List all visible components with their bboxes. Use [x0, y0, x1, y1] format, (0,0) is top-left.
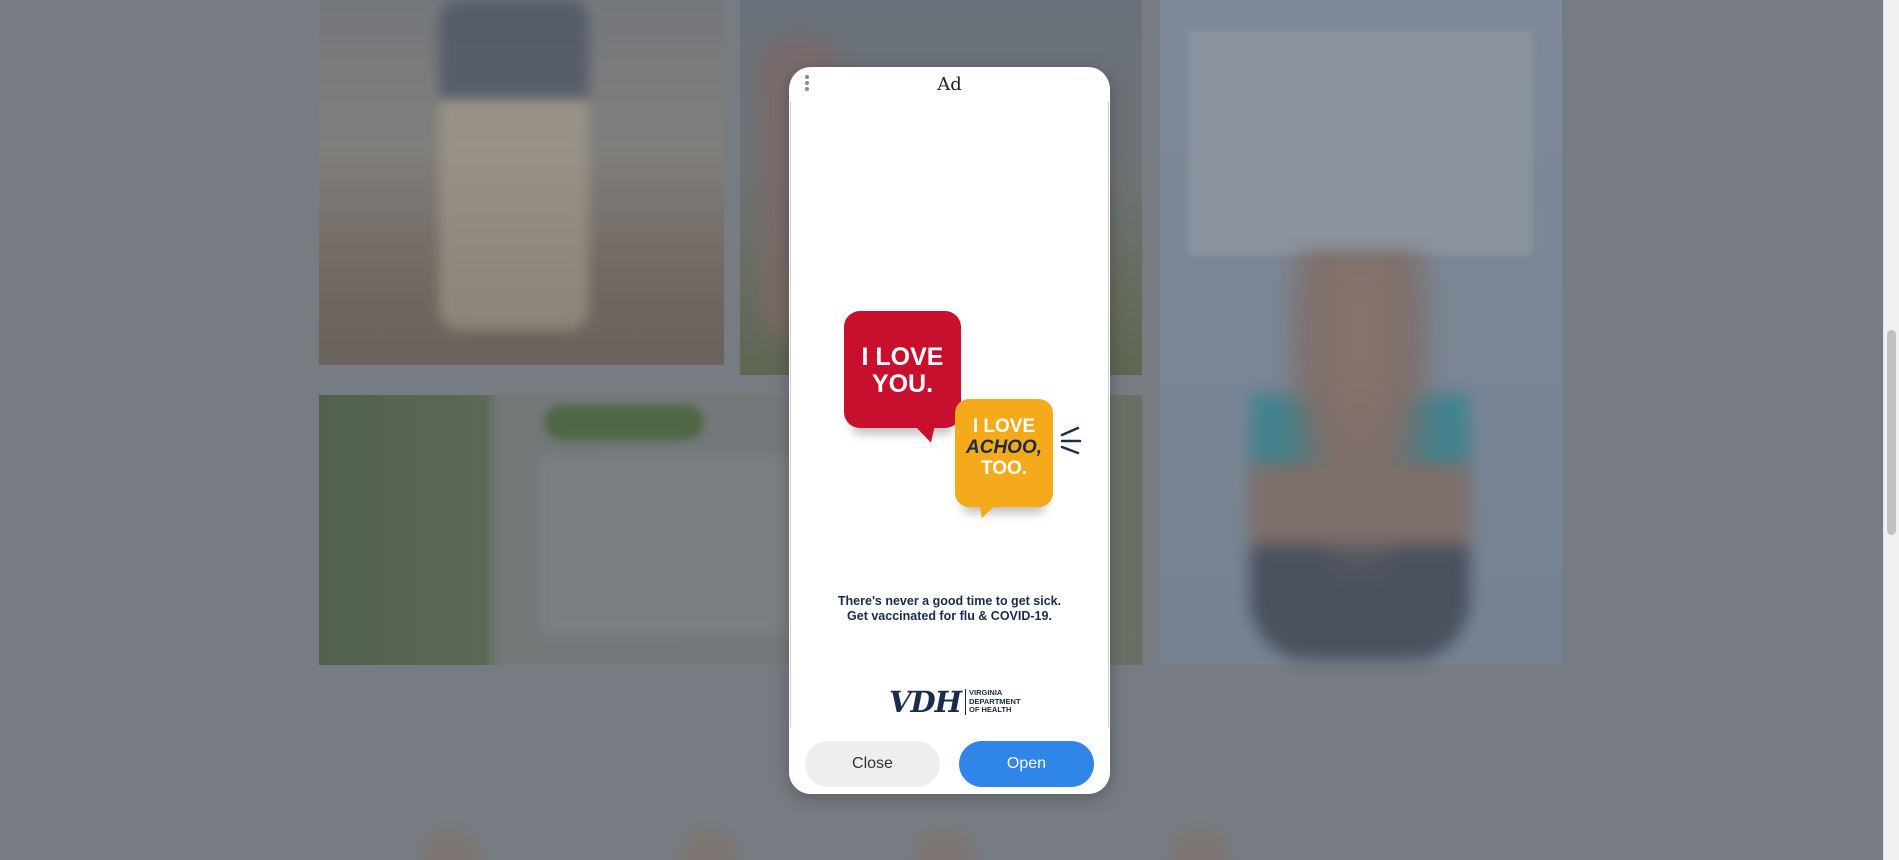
- yellow-speech-bubble: I LOVE ACHOO, TOO.: [955, 399, 1053, 522]
- scrollbar-thumb[interactable]: [1887, 330, 1896, 535]
- sneeze-lines-icon: [1060, 426, 1082, 455]
- tagline-line: Get vaccinated for flu & COVID-19.: [847, 609, 1052, 623]
- yellow-bubble-line: ACHOO,: [966, 437, 1042, 458]
- red-speech-bubble: I LOVE YOU.: [844, 311, 961, 446]
- red-bubble-line: I LOVE: [861, 343, 944, 371]
- yellow-bubble-line: I LOVE: [972, 416, 1036, 437]
- vdh-name-line: OF HEALTH: [969, 705, 1012, 714]
- red-bubble-line: YOU.: [871, 370, 934, 398]
- ad-tagline: There's never a good time to get sick. G…: [791, 594, 1108, 624]
- close-button[interactable]: Close: [805, 741, 940, 787]
- ad-label: Ad: [937, 74, 962, 95]
- speech-bubbles-graphic: I LOVE YOU. I LOVE ACHOO, TOO.: [844, 311, 1084, 522]
- yellow-bubble-line: TOO.: [980, 458, 1028, 479]
- page-scrollbar[interactable]: [1883, 0, 1899, 860]
- ad-creative[interactable]: I LOVE YOU. I LOVE ACHOO, TOO. There's n…: [790, 101, 1110, 782]
- vdh-logo-name: VIRGINIA DEPARTMENT OF HEALTH: [965, 688, 1021, 715]
- vdh-logo-mark: VDH: [889, 685, 962, 719]
- tagline-line: There's never a good time to get sick.: [837, 594, 1062, 608]
- vdh-logo: VDH VIRGINIA DEPARTMENT OF HEALTH: [889, 685, 1021, 719]
- ad-actions: Close Open: [789, 727, 1110, 794]
- ad-header: Ad: [789, 67, 1110, 101]
- ad-modal: Ad I LOVE YOU. I LOVE ACHOO, TOO. There'…: [789, 67, 1110, 794]
- open-button[interactable]: Open: [959, 741, 1094, 787]
